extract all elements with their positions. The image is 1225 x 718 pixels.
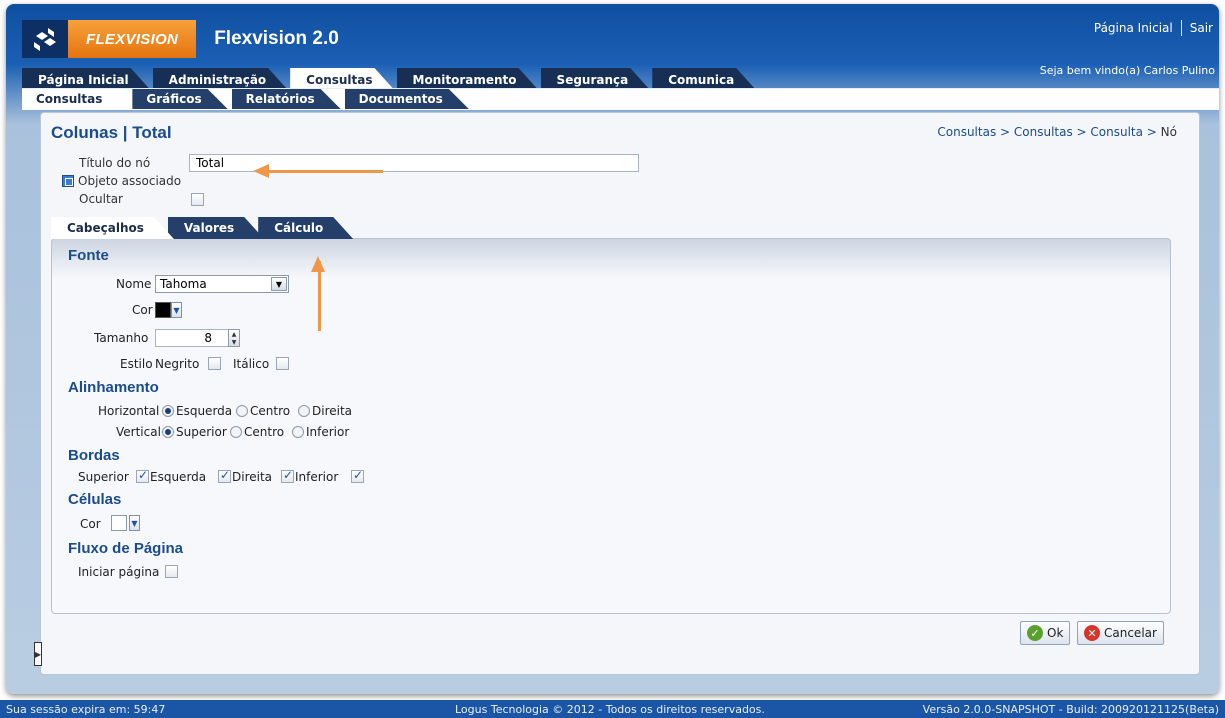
app-window: FLEXVISION Flexvision 2.0 Página Inicial… xyxy=(6,4,1219,694)
bold-checkbox[interactable] xyxy=(208,357,221,370)
vertical-bottom-radio[interactable] xyxy=(292,426,304,438)
tab-monitoramento[interactable]: Monitoramento xyxy=(397,68,537,88)
border-left-checkbox[interactable] xyxy=(218,468,231,483)
hide-checkbox[interactable] xyxy=(191,193,204,206)
section-font: Fonte xyxy=(68,247,109,264)
associated-object-link[interactable]: Objeto associado xyxy=(78,174,181,188)
separator xyxy=(1180,20,1182,36)
italic-label: Itálico xyxy=(233,357,270,371)
hide-label: Ocultar xyxy=(79,192,123,206)
subtab-documentos[interactable]: Documentos xyxy=(345,89,469,109)
close-icon: ✕ xyxy=(1084,625,1100,641)
horizontal-center-radio[interactable] xyxy=(236,405,248,417)
node-title-label: Título do nó xyxy=(79,156,151,170)
subtab-relatorios[interactable]: Relatórios xyxy=(232,89,341,109)
top-links: Página Inicial Sair xyxy=(1094,20,1213,36)
section-alignment: Alinhamento xyxy=(68,379,159,396)
cell-color-swatch[interactable] xyxy=(111,515,127,531)
vertical-bottom-label: Inferior xyxy=(306,425,350,439)
table-icon[interactable] xyxy=(62,175,74,187)
breadcrumb: Consultas > Consultas > Consulta > Nó xyxy=(937,125,1177,139)
horizontal-label: Horizontal xyxy=(98,404,160,418)
start-page-checkbox[interactable] xyxy=(165,565,178,578)
tab-consultas[interactable]: Consultas xyxy=(290,68,392,88)
horizontal-left-label: Esquerda xyxy=(176,404,233,418)
bold-label: Negrito xyxy=(155,357,200,371)
border-bottom-label: Inferior xyxy=(295,470,339,484)
section-cells: Células xyxy=(68,491,122,508)
collapse-arrow-icon[interactable]: ▶ xyxy=(34,642,42,666)
breadcrumb-current: Nó xyxy=(1160,125,1177,139)
session-timer: Sua sessão expira em: 59:47 xyxy=(6,702,166,716)
section-page-flow: Fluxo de Página xyxy=(68,540,184,557)
horizontal-right-radio[interactable] xyxy=(298,405,310,417)
tab-valores[interactable]: Valores xyxy=(168,217,264,239)
tab-cabecalhos[interactable]: Cabeçalhos xyxy=(51,217,174,239)
subtab-graficos[interactable]: Gráficos xyxy=(132,89,227,109)
arrow-up-icon xyxy=(311,256,325,272)
tab-administracao[interactable]: Administração xyxy=(153,68,287,88)
flexvision-logo-icon xyxy=(22,20,68,58)
italic-checkbox[interactable] xyxy=(276,357,289,370)
vertical-label: Vertical xyxy=(116,425,161,439)
chevron-down-icon[interactable]: ▼ xyxy=(171,302,182,318)
sub-tabs: Consultas Gráficos Relatórios Documentos xyxy=(22,88,1219,110)
home-link[interactable]: Página Inicial xyxy=(1094,21,1173,35)
vertical-center-label: Centro xyxy=(244,425,285,439)
border-top-checkbox[interactable] xyxy=(136,468,149,483)
border-bottom-checkbox[interactable] xyxy=(351,468,364,483)
start-page-label: Iniciar página xyxy=(78,565,160,579)
main-tabs: Página Inicial Administração Consultas M… xyxy=(22,68,758,88)
app-title: Flexvision 2.0 xyxy=(214,28,339,49)
horizontal-right-label: Direita xyxy=(312,404,353,418)
vertical-center-radio[interactable] xyxy=(230,426,242,438)
font-name-select[interactable]: Tahoma xyxy=(155,275,289,293)
tab-calculo[interactable]: Cálculo xyxy=(258,217,353,239)
border-top-label: Superior xyxy=(78,470,129,484)
status-bar: Sua sessão expira em: 59:47 Logus Tecnol… xyxy=(0,700,1225,718)
chevron-down-icon[interactable]: ▼ xyxy=(129,515,140,531)
vertical-top-radio[interactable] xyxy=(162,426,174,438)
content-panel: Colunas | Total Consultas > Consultas > … xyxy=(40,112,1200,675)
font-color-swatch[interactable] xyxy=(155,302,171,318)
font-style-label: Estilo xyxy=(120,357,153,371)
horizontal-center-label: Centro xyxy=(250,404,291,418)
inner-tabs: Cabeçalhos Valores Cálculo xyxy=(51,217,347,239)
tab-comunica[interactable]: Comunica xyxy=(652,68,754,88)
font-name-label: Nome xyxy=(116,277,152,291)
breadcrumb-path[interactable]: Consultas > Consultas > Consulta > xyxy=(937,125,1160,139)
font-size-label: Tamanho xyxy=(94,331,149,345)
ok-button-label: Ok xyxy=(1047,626,1064,640)
page-title: Colunas | Total xyxy=(51,123,172,142)
brand: FLEXVISION Flexvision 2.0 xyxy=(22,20,339,58)
arrow-left-icon xyxy=(253,164,269,178)
copyright-text: Logus Tecnologia © 2012 - Todos os direi… xyxy=(455,702,765,716)
logout-link[interactable]: Sair xyxy=(1190,21,1213,35)
font-color-label: Cor xyxy=(132,303,153,317)
border-left-label: Esquerda xyxy=(150,470,207,484)
section-borders: Bordas xyxy=(68,447,120,464)
cancel-button-label: Cancelar xyxy=(1104,626,1157,640)
cancel-button[interactable]: ✕ Cancelar xyxy=(1077,621,1164,645)
tab-pagina-inicial[interactable]: Página Inicial xyxy=(22,68,149,88)
font-size-input[interactable]: 8 xyxy=(155,329,235,347)
welcome-message: Seja bem vindo(a) Carlos Pulino xyxy=(1039,64,1215,77)
headers-panel: Fonte Nome Tahoma ▼ Cor ▼ Tamanho 8 ▲ ▼ E… xyxy=(51,238,1171,614)
ok-button[interactable]: ✓ Ok xyxy=(1020,621,1071,645)
border-right-checkbox[interactable] xyxy=(281,468,294,483)
chevron-down-icon[interactable]: ▼ xyxy=(271,277,287,291)
vertical-top-label: Superior xyxy=(176,425,227,439)
checkmark-icon: ✓ xyxy=(1027,625,1043,641)
border-right-label: Direita xyxy=(232,470,273,484)
horizontal-left-radio[interactable] xyxy=(162,405,174,417)
annotation-arrow-line xyxy=(267,170,383,173)
tab-seguranca[interactable]: Segurança xyxy=(541,68,649,88)
logo-text: FLEXVISION xyxy=(68,20,197,58)
subtab-consultas[interactable]: Consultas xyxy=(22,89,128,109)
cell-color-label: Cor xyxy=(80,517,101,531)
spinner-icon[interactable]: ▲ ▼ xyxy=(228,329,240,347)
version-text: Versão 2.0.0-SNAPSHOT - Build: 200920121… xyxy=(922,702,1219,716)
